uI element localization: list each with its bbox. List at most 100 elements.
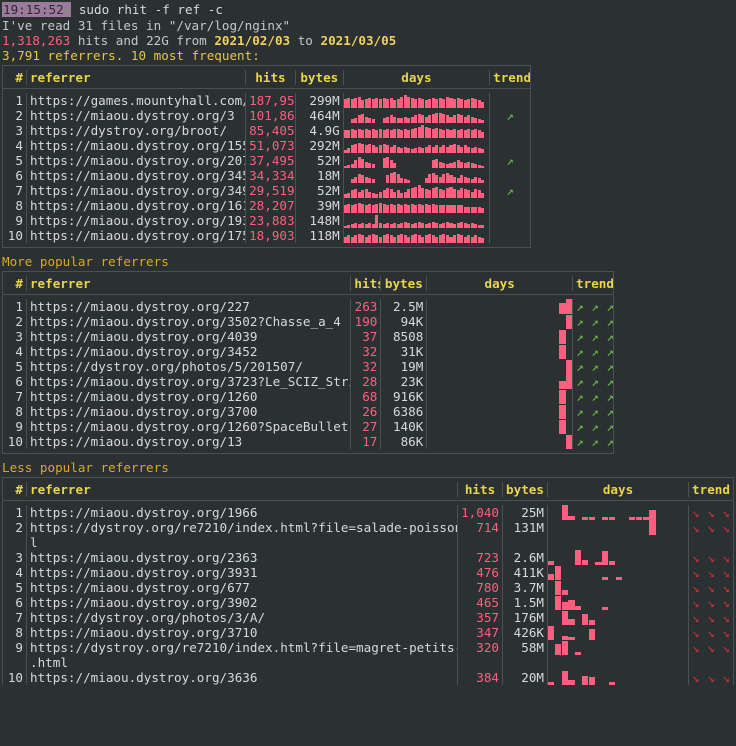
- row-hits: 34,334: [245, 168, 295, 183]
- row-referrer[interactable]: https://miaou.dystroy.org/1260?SpaceBull…: [25, 419, 350, 434]
- row-bytes: 140K: [380, 419, 426, 434]
- row-referrer[interactable]: https://miaou.dystroy.org/3453: [25, 168, 245, 183]
- table-row[interactable]: 4 https://miaou.dystroy.org/1556 51,073 292…: [3, 138, 530, 153]
- table-row[interactable]: 6 https://miaou.dystroy.org/3453 34,334 18M: [3, 168, 530, 183]
- table-row[interactable]: 3 https://dystroy.org/broot/85,405 4.9G: [3, 123, 530, 138]
- row-rank: 5: [15, 359, 23, 374]
- row-hits: 320: [457, 640, 502, 655]
- shell-command[interactable]: sudo rhit -f ref -c: [71, 2, 223, 17]
- table-row[interactable]: 9 https://miaou.dystroy.org/1934 23,883 148…: [3, 213, 530, 228]
- row-days-histogram: [547, 610, 688, 625]
- row-referrer[interactable]: https://miaou.dystroy.org/2363: [26, 550, 457, 565]
- row-trend: ↘ ↘ ↘: [688, 580, 733, 595]
- row-trend: ↗: [489, 108, 530, 123]
- row-hits: 190: [350, 314, 380, 329]
- row-hits: 37,495: [245, 153, 295, 168]
- row-referrer[interactable]: https://miaou.dystroy.org/4039: [25, 329, 350, 344]
- row-referrer[interactable]: https://games.mountyhall.com/: [25, 93, 245, 108]
- row-referrer[interactable]: https://miaou.dystroy.org/677: [26, 580, 457, 595]
- histogram-bar: [649, 520, 656, 535]
- row-bytes: 19M: [380, 359, 426, 374]
- row-rank: 1: [15, 299, 23, 314]
- row-referrer[interactable]: https://miaou.dystroy.org/1934: [25, 213, 245, 228]
- row-trend: ↗: [489, 153, 530, 168]
- row-referrer[interactable]: https://miaou.dystroy.org/13: [25, 434, 350, 449]
- column-header-days: days: [342, 69, 489, 85]
- row-referrer[interactable]: https://miaou.dystroy.org/3902: [26, 595, 457, 610]
- table-row[interactable]: 8 https://miaou.dystroy.org/1616 28,207 39M: [3, 198, 530, 213]
- table-row-continuation: l: [3, 535, 733, 550]
- table-row[interactable]: 2 https://miaou.dystroy.org/3502?Chasse_a…: [3, 314, 613, 329]
- row-referrer[interactable]: https://miaou.dystroy.org/3452: [25, 344, 350, 359]
- table-row[interactable]: 5 https://dystroy.org/photos/5/201507/32 1…: [3, 359, 613, 374]
- row-referrer[interactable]: https://miaou.dystroy.org/1757: [25, 228, 245, 243]
- table-row[interactable]: 6 https://miaou.dystroy.org/3902 465 1.5M ↘ …: [3, 595, 733, 610]
- table-row[interactable]: 5 https://miaou.dystroy.org/2075 37,495 52M…: [3, 153, 530, 168]
- table-row[interactable]: 8 https://miaou.dystroy.org/3700 26 6386 ↗ ↗…: [3, 404, 613, 419]
- row-bytes: 299M: [294, 93, 343, 108]
- row-rank: 8: [15, 625, 23, 640]
- row-referrer[interactable]: https://miaou.dystroy.org/1966: [26, 505, 457, 520]
- column-header-hits: hits: [350, 275, 380, 291]
- row-days-histogram: [342, 123, 489, 138]
- row-trend: [489, 93, 530, 108]
- table-row[interactable]: 2 https://dystroy.org/re7210/index.html?f…: [3, 520, 733, 535]
- row-referrer[interactable]: https://miaou.dystroy.org/3636: [26, 670, 457, 685]
- row-days-histogram: [426, 419, 572, 434]
- table-row[interactable]: 1https://games.mountyhall.com/187,957299…: [3, 93, 530, 108]
- row-referrer[interactable]: https://miaou.dystroy.org/3931: [26, 565, 457, 580]
- table-row[interactable]: 9 https://dystroy.org/re7210/index.html?f…: [3, 640, 733, 655]
- row-referrer[interactable]: https://miaou.dystroy.org/1616: [25, 198, 245, 213]
- row-referrer[interactable]: https://miaou.dystroy.org/227: [25, 299, 350, 314]
- row-referrer[interactable]: https://dystroy.org/broot/: [25, 123, 245, 138]
- table-row[interactable]: 2https://miaou.dystroy.org/3101,861464M ↗: [3, 108, 530, 123]
- table-row[interactable]: 6 https://miaou.dystroy.org/3723?Le_SCIZ_…: [3, 374, 613, 389]
- row-referrer[interactable]: https://miaou.dystroy.org/3723?Le_SCIZ_S…: [25, 374, 350, 389]
- table-row[interactable]: 3 https://miaou.dystroy.org/4039 37 8508 ↗ ↗…: [3, 329, 613, 344]
- table-row[interactable]: 7 https://miaou.dystroy.org/3497 29,519 52M…: [3, 183, 530, 198]
- table-row[interactable]: 7 https://miaou.dystroy.org/1260 68 916K ↗ ↗…: [3, 389, 613, 404]
- row-referrer[interactable]: https://miaou.dystroy.org/2075: [25, 153, 245, 168]
- table-row[interactable]: 3 https://miaou.dystroy.org/2363 723 2.6M ↘ …: [3, 550, 733, 565]
- row-referrer[interactable]: https://dystroy.org/photos/3/A/: [26, 610, 457, 625]
- table-row[interactable]: 1 https://miaou.dystroy.org/1966 1,040 25M ↘…: [3, 505, 733, 520]
- row-referrer[interactable]: https://miaou.dystroy.org/1556: [25, 138, 245, 153]
- row-referrer[interactable]: https://dystroy.org/re7210/index.html?fi…: [26, 640, 457, 655]
- row-hits: 187,957: [245, 93, 295, 108]
- row-referrer[interactable]: https://miaou.dystroy.org/3710: [26, 625, 457, 640]
- output-hits-summary: 1,318,263 hits and 22G from 2021/02/03 t…: [2, 33, 397, 48]
- row-bytes: 8508: [380, 329, 426, 344]
- table-row[interactable]: 7 https://dystroy.org/photos/3/A/357 176M ↘…: [3, 610, 733, 625]
- table-row[interactable]: 9 https://miaou.dystroy.org/1260?SpaceBul…: [3, 419, 613, 434]
- table-row[interactable]: 4 https://miaou.dystroy.org/3452 32 31K ↗ ↗ …: [3, 344, 613, 359]
- output-read-files: I've read 31 files in "/var/log/nginx": [2, 18, 291, 33]
- row-hits: 28: [350, 374, 380, 389]
- row-referrer[interactable]: https://miaou.dystroy.org/3497: [25, 183, 245, 198]
- row-referrer[interactable]: https://miaou.dystroy.org/3502?Chasse_a_…: [25, 314, 350, 329]
- row-referrer[interactable]: https://miaou.dystroy.org/1260: [25, 389, 350, 404]
- histogram-bar: [561, 611, 568, 625]
- row-hits: 85,405: [245, 123, 295, 138]
- row-rank: 10: [7, 228, 23, 243]
- table-row[interactable]: 4 https://miaou.dystroy.org/3931 476 411K ↘ …: [3, 565, 733, 580]
- table-row[interactable]: 5 https://miaou.dystroy.org/677 780 3.7M ↘ ↘…: [3, 580, 733, 595]
- hits-count: 1,318,263: [2, 33, 71, 48]
- row-referrer[interactable]: https://miaou.dystroy.org/3700: [25, 404, 350, 419]
- table-row[interactable]: 10 https://miaou.dystroy.org/3636 384 20M ↘ …: [3, 670, 733, 685]
- row-bytes: 58M: [502, 640, 547, 655]
- row-hits-continuation: [457, 655, 502, 670]
- row-bytes: 52M: [294, 153, 343, 168]
- row-referrer[interactable]: https://miaou.dystroy.org/3: [25, 108, 245, 123]
- row-days-histogram: [426, 359, 573, 374]
- row-bytes: 2.5M: [380, 299, 426, 314]
- table-row[interactable]: 10 https://miaou.dystroy.org/13 17 86K ↗ ↗ ↗: [3, 434, 613, 449]
- row-hits: 17: [350, 434, 380, 449]
- row-referrer[interactable]: https://dystroy.org/re7210/index.html?fi…: [26, 520, 457, 535]
- row-rank: 10: [7, 670, 23, 685]
- table-row[interactable]: 1 https://miaou.dystroy.org/227 263 2.5M ↗ ↗…: [3, 299, 613, 314]
- row-trend: [489, 123, 530, 138]
- table-row[interactable]: 8 https://miaou.dystroy.org/3710 347 426K ↘ …: [3, 625, 733, 640]
- histogram-bar: [559, 381, 566, 389]
- table-row[interactable]: 10 https://miaou.dystroy.org/1757 18,903 11…: [3, 228, 530, 243]
- row-referrer[interactable]: https://dystroy.org/photos/5/201507/: [25, 359, 350, 374]
